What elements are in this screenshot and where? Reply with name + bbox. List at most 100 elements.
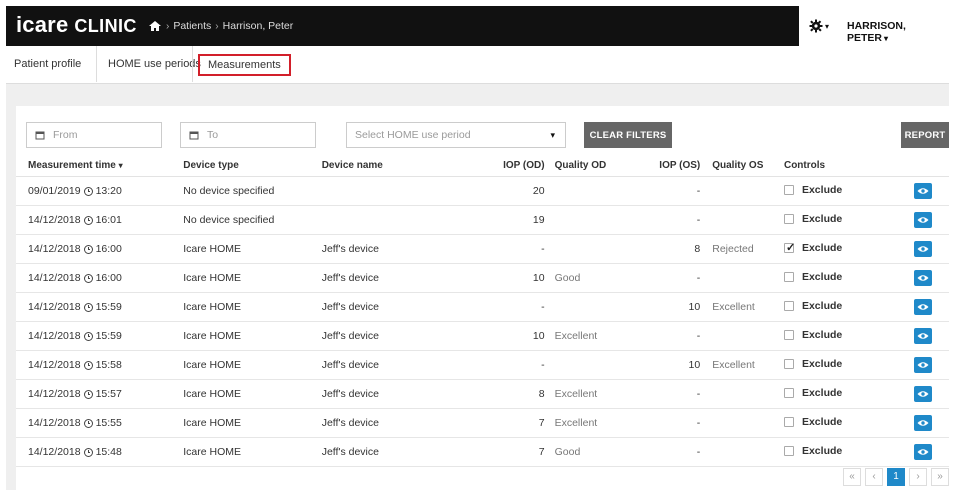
iop-od-header: IOP (OD)	[459, 154, 555, 177]
quality-os-cell: Excellent	[712, 350, 784, 380]
exclude-label: Exclude	[801, 271, 843, 283]
quality-od-cell	[554, 234, 647, 264]
table-row: 14/12/2018 16:00 Icare HOME Jeff's device 10…	[16, 263, 949, 293]
clock-icon	[83, 419, 93, 428]
view-measurement-button[interactable]	[914, 270, 933, 286]
exclude-checkbox[interactable]	[783, 241, 795, 254]
exclude-checkbox[interactable]	[783, 417, 794, 427]
clock-icon	[83, 448, 93, 457]
measurement-date: 14/12/2018	[28, 272, 81, 284]
device-type-cell: Icare HOME	[183, 408, 322, 438]
view-measurement-button[interactable]	[914, 357, 933, 373]
exclude-checkbox[interactable]	[783, 185, 794, 195]
exclude-checkbox[interactable]	[783, 446, 794, 456]
to-date-input[interactable]: To	[180, 122, 316, 148]
eye-icon	[917, 333, 929, 339]
exclude-checkbox[interactable]	[783, 214, 794, 224]
view-cell	[890, 205, 949, 235]
tab-measurements[interactable]: Measurements	[192, 46, 291, 82]
home-use-period-placeholder: Select HOME use period	[355, 129, 471, 141]
device-type-cell: Icare HOME	[183, 437, 322, 467]
view-measurement-button[interactable]	[914, 241, 933, 257]
table-row: 14/12/2018 15:58 Icare HOME Jeff's device - 1…	[16, 350, 949, 380]
iop-od-cell: -	[459, 292, 555, 322]
device-name-cell: Jeff's device	[321, 234, 460, 264]
view-measurement-button[interactable]	[914, 299, 933, 315]
gear-icon	[809, 19, 823, 33]
home-icon[interactable]	[148, 20, 162, 32]
brand-logo[interactable]: icare CLINIC	[16, 14, 137, 38]
device-type-cell: No device specified	[183, 176, 322, 206]
iop-od-cell: 7	[459, 408, 555, 438]
view-measurement-button[interactable]	[914, 415, 933, 431]
page-1-button[interactable]: 1	[887, 468, 905, 486]
measurement-time-cell: 14/12/2018 15:48	[16, 437, 184, 467]
tab-patient-profile[interactable]: Patient profile	[8, 54, 87, 74]
measurement-date: 14/12/2018	[28, 243, 81, 255]
quality-od-cell: Excellent	[554, 379, 647, 409]
table-row: 14/12/2018 15:48 Icare HOME Jeff's device 7 G…	[16, 437, 949, 467]
sort-by-time-header[interactable]: Measurement time ▾	[16, 154, 184, 177]
device-name-cell: Jeff's device	[321, 437, 460, 467]
measurement-date: 14/12/2018	[28, 417, 81, 429]
table-row: 14/12/2018 15:57 Icare HOME Jeff's device 8 E…	[16, 379, 949, 409]
home-use-period-select[interactable]: Select HOME use period ▾	[346, 122, 566, 148]
last-page-button[interactable]: »	[931, 468, 949, 486]
report-button[interactable]: REPORT	[901, 122, 949, 148]
controls-cell: Exclude	[783, 263, 891, 293]
clear-filters-button[interactable]: CLEAR FILTERS	[584, 122, 672, 148]
controls-cell: Exclude	[783, 205, 891, 235]
eye-icon	[917, 391, 929, 397]
view-measurement-button[interactable]	[914, 444, 933, 460]
exclude-label: Exclude	[801, 242, 843, 254]
top-bar: icare CLINIC › Patients › Harrison, Pete…	[6, 6, 949, 46]
exclude-label: Exclude	[801, 213, 843, 225]
exclude-checkbox[interactable]	[783, 301, 794, 311]
user-name: HARRISON, PETER	[847, 20, 906, 44]
controls-cell: Exclude	[783, 437, 891, 467]
controls-cell: Exclude	[783, 176, 891, 206]
quality-os-cell	[712, 176, 784, 206]
device-name-header: Device name	[321, 154, 460, 177]
device-name-cell: Jeff's device	[321, 408, 460, 438]
exclude-label: Exclude	[801, 184, 843, 196]
clock-icon	[83, 216, 93, 225]
measurement-time: 15:55	[95, 417, 122, 429]
device-type-cell: Icare HOME	[183, 292, 322, 322]
quality-od-cell	[554, 205, 647, 235]
exclude-label: Exclude	[801, 358, 843, 370]
user-menu[interactable]: HARRISON, PETER ▾	[847, 20, 949, 44]
exclude-checkbox[interactable]	[783, 330, 794, 340]
measurement-time: 16:01	[95, 214, 122, 226]
view-measurement-button[interactable]	[914, 386, 933, 402]
clock-icon	[83, 245, 93, 254]
from-date-input[interactable]: From	[26, 122, 162, 148]
measurement-time-cell: 09/01/2019 13:20	[16, 176, 184, 206]
exclude-label: Exclude	[801, 329, 843, 341]
iop-os-cell: -	[646, 321, 713, 351]
device-name-cell: Jeff's device	[321, 263, 460, 293]
breadcrumb-item-patient[interactable]: Harrison, Peter	[223, 20, 294, 32]
breadcrumb-separator: ›	[166, 20, 170, 32]
quality-od-cell	[554, 176, 647, 206]
iop-od-cell: -	[459, 350, 555, 380]
measurement-time: 16:00	[95, 243, 122, 255]
view-measurement-button[interactable]	[914, 212, 933, 228]
view-measurement-button[interactable]	[914, 183, 933, 199]
clock-icon	[83, 390, 93, 399]
measurement-date: 14/12/2018	[28, 446, 81, 458]
exclude-checkbox[interactable]	[783, 388, 794, 398]
settings-button[interactable]: ▾	[809, 18, 829, 34]
first-page-button[interactable]: «	[843, 468, 861, 486]
iop-os-cell: 8	[646, 234, 713, 264]
previous-page-button[interactable]: ‹	[865, 468, 883, 486]
exclude-checkbox[interactable]	[783, 359, 794, 369]
breadcrumb-separator: ›	[215, 20, 219, 32]
clock-icon	[83, 361, 93, 370]
exclude-checkbox[interactable]	[783, 272, 794, 282]
breadcrumb-item-patients[interactable]: Patients	[173, 20, 211, 32]
next-page-button[interactable]: ›	[909, 468, 927, 486]
table-row: 14/12/2018 15:59 Icare HOME Jeff's device 10…	[16, 321, 949, 351]
view-cell	[890, 437, 949, 467]
view-measurement-button[interactable]	[914, 328, 933, 344]
